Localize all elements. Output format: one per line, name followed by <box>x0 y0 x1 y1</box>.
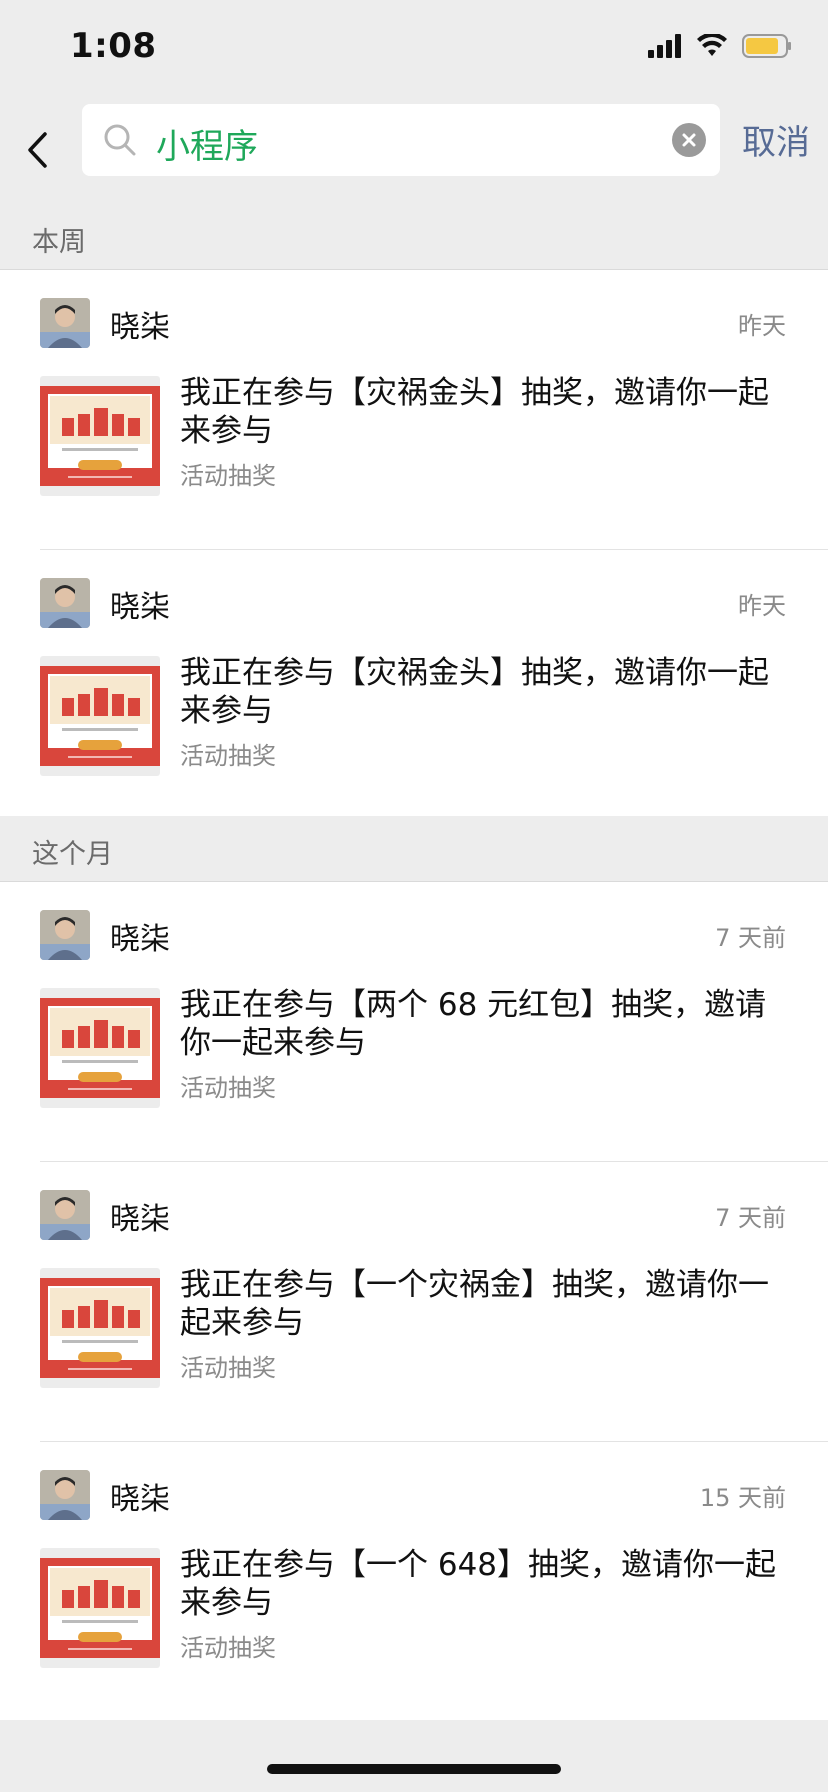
search-input[interactable]: 小程序 <box>156 119 258 168</box>
section-header-this-week: 本周 <box>0 206 828 270</box>
result-item[interactable]: 晓柒 7 天前 我正在参与【一个灾祸金】抽奖，邀请你一起来参与 活动抽奖 <box>0 1162 828 1442</box>
clear-button[interactable] <box>672 123 706 157</box>
message-title: 我正在参与【灾祸金头】抽奖，邀请你一起来参与 <box>180 375 769 449</box>
message-time: 昨天 <box>738 312 786 340</box>
message-source: 活动抽奖 <box>180 1074 276 1102</box>
message-time: 15 天前 <box>699 1484 786 1512</box>
user-avatar <box>40 910 90 960</box>
sender-name: 晓柒 <box>110 590 170 625</box>
status-time: 1:08 <box>70 26 157 66</box>
lottery-card-thumbnail[interactable] <box>40 376 160 496</box>
search-field[interactable]: 小程序 <box>82 104 720 176</box>
search-icon <box>104 124 136 156</box>
clear-icon <box>682 133 696 147</box>
back-button[interactable] <box>14 118 60 182</box>
message-title: 我正在参与【一个灾祸金】抽奖，邀请你一起来参与 <box>180 1267 769 1341</box>
cellular-signal-icon <box>648 34 681 58</box>
battery-icon <box>742 34 791 58</box>
message-title: 我正在参与【灾祸金头】抽奖，邀请你一起来参与 <box>180 655 769 729</box>
user-avatar <box>40 298 90 348</box>
wifi-icon <box>697 34 727 56</box>
user-avatar <box>40 578 90 628</box>
message-title: 我正在参与【一个 648】抽奖，邀请你一起来参与 <box>180 1547 777 1621</box>
sender-name: 晓柒 <box>110 310 170 345</box>
message-time: 昨天 <box>738 592 786 620</box>
status-icons <box>648 34 792 58</box>
lottery-card-thumbnail[interactable] <box>40 1548 160 1668</box>
result-item[interactable]: 晓柒 昨天 我正在参与【灾祸金头】抽奖，邀请你一起来参与 活动抽奖 <box>0 270 828 550</box>
status-bar: 1:08 <box>0 0 828 100</box>
message-title: 我正在参与【两个 68 元红包】抽奖，邀请你一起来参与 <box>180 987 767 1061</box>
message-source: 活动抽奖 <box>180 1354 276 1382</box>
message-source: 活动抽奖 <box>180 1634 276 1662</box>
home-indicator[interactable] <box>267 1764 561 1774</box>
sender-name: 晓柒 <box>110 922 170 957</box>
chevron-left-icon <box>28 132 47 168</box>
cancel-button[interactable]: 取消 <box>742 115 810 164</box>
sender-name: 晓柒 <box>110 1202 170 1237</box>
user-avatar <box>40 1470 90 1520</box>
message-source: 活动抽奖 <box>180 462 276 490</box>
section-label: 本周 <box>32 227 86 258</box>
result-group-this-month: 晓柒 7 天前 我正在参与【两个 68 元红包】抽奖，邀请你一起来参与 活动抽奖 <box>0 882 828 1720</box>
search-header: 小程序 取消 <box>0 100 828 210</box>
lottery-card-thumbnail[interactable] <box>40 656 160 776</box>
result-item[interactable]: 晓柒 15 天前 我正在参与【一个 648】抽奖，邀请你一起来参与 活动抽奖 <box>0 1442 828 1720</box>
user-avatar <box>40 1190 90 1240</box>
section-header-this-month: 这个月 <box>0 818 828 882</box>
result-item[interactable]: 晓柒 昨天 我正在参与【灾祸金头】抽奖，邀请你一起来参与 活动抽奖 <box>0 550 828 816</box>
section-label: 这个月 <box>32 839 113 870</box>
message-time: 7 天前 <box>715 1204 786 1232</box>
sender-name: 晓柒 <box>110 1482 170 1517</box>
message-source: 活动抽奖 <box>180 742 276 770</box>
lottery-card-thumbnail[interactable] <box>40 988 160 1108</box>
message-time: 7 天前 <box>715 924 786 952</box>
result-item[interactable]: 晓柒 7 天前 我正在参与【两个 68 元红包】抽奖，邀请你一起来参与 活动抽奖 <box>0 882 828 1162</box>
lottery-card-thumbnail[interactable] <box>40 1268 160 1388</box>
result-group-this-week: 晓柒 昨天 我正在参与【灾祸金头】抽奖，邀请你一起来参与 活动抽奖 晓柒 昨天 … <box>0 270 828 816</box>
